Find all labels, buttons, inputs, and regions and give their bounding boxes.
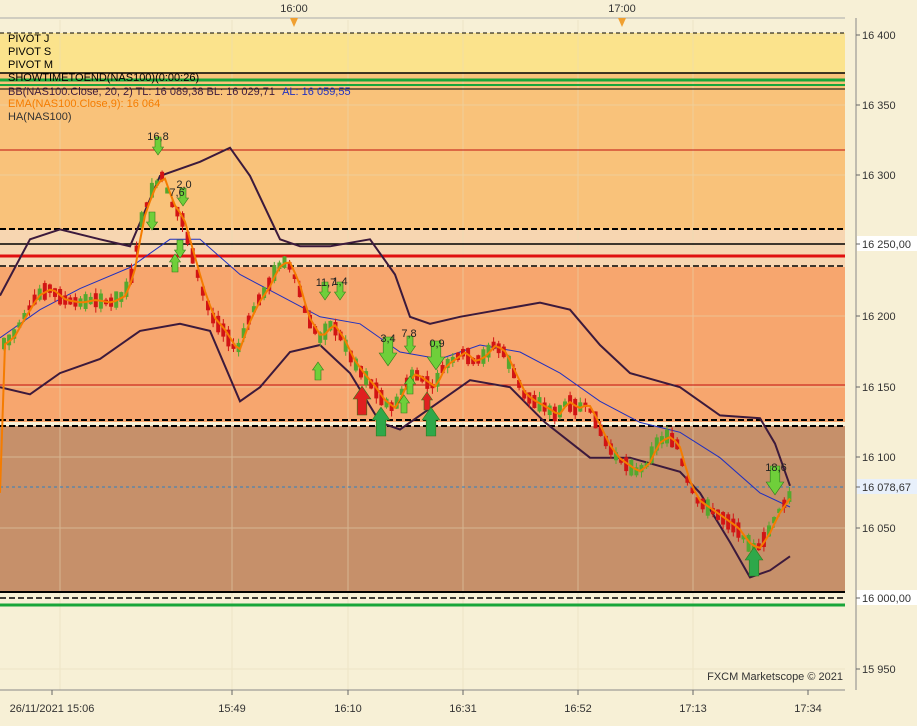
price-label: 15 950 — [862, 664, 896, 676]
price-label: 16 400 — [862, 30, 896, 42]
price-label: 16 300 — [862, 170, 896, 182]
top-time-label: 17:00 — [608, 3, 636, 15]
price-label: 16 350 — [862, 100, 896, 112]
copyright: FXCM Marketscope © 2021 — [707, 671, 843, 683]
indicator-bb-al: AL: 16 059,55 — [282, 86, 351, 98]
signal-label: 18,6 — [765, 462, 786, 474]
indicator-ha[interactable]: HA(NAS100) — [8, 111, 72, 123]
chart-window[interactable]: 16,8 2,0 7,6 11,7 1,4 3,4 7,8 0,9 18,6 16 400 16 … — [0, 0, 917, 721]
signal-label: 1,4 — [332, 276, 347, 288]
signal-label: 7,8 — [401, 328, 416, 340]
time-label: 17:34 — [794, 703, 822, 715]
time-label: 26/11/2021 15:06 — [10, 703, 95, 715]
price-label: 16 200 — [862, 311, 896, 323]
indicator-ema[interactable]: EMA(NAS100.Close,9): 16 064 — [8, 98, 160, 110]
price-label: 16 050 — [862, 523, 896, 535]
price-label: 16 100 — [862, 452, 896, 464]
price-label: 16 078,67 — [862, 482, 911, 494]
top-time-label: 16:00 — [280, 3, 308, 15]
indicator-bb[interactable]: BB(NAS100.Close, 20, 2) TL: 16 089,38 BL… — [8, 86, 351, 98]
signal-label: 7,6 — [169, 187, 184, 199]
candle — [665, 429, 669, 444]
indicator-showtime[interactable]: SHOWTIMETOEND(NAS100)(0:00:26) — [8, 72, 199, 84]
zone-gap — [0, 230, 845, 267]
time-label: 16:52 — [564, 703, 592, 715]
price-label: 16 250,00 — [862, 239, 911, 251]
indicator-pivot-s[interactable]: PIVOT S — [8, 46, 51, 58]
time-label: 17:13 — [679, 703, 707, 715]
signal-label: 3,4 — [380, 333, 395, 345]
top-axis-panel — [0, 0, 917, 18]
zone-yellow — [0, 33, 845, 73]
time-marker-icon — [290, 18, 298, 27]
zone-brown — [0, 426, 845, 592]
indicator-pivot-m[interactable]: PIVOT M — [8, 59, 53, 71]
time-label: 16:31 — [449, 703, 477, 715]
time-marker-icon — [618, 18, 626, 27]
time-label: 16:10 — [334, 703, 362, 715]
time-label: 15:49 — [218, 703, 246, 715]
price-label: 16 000,00 — [862, 593, 911, 605]
signal-label: 16,8 — [147, 131, 168, 143]
price-label: 16 150 — [862, 382, 896, 394]
signal-label: 0,9 — [429, 338, 444, 350]
indicator-pivot-j[interactable]: PIVOT J — [8, 33, 49, 45]
indicator-bb-text: BB(NAS100.Close, 20, 2) TL: 16 089,38 BL… — [8, 86, 276, 98]
